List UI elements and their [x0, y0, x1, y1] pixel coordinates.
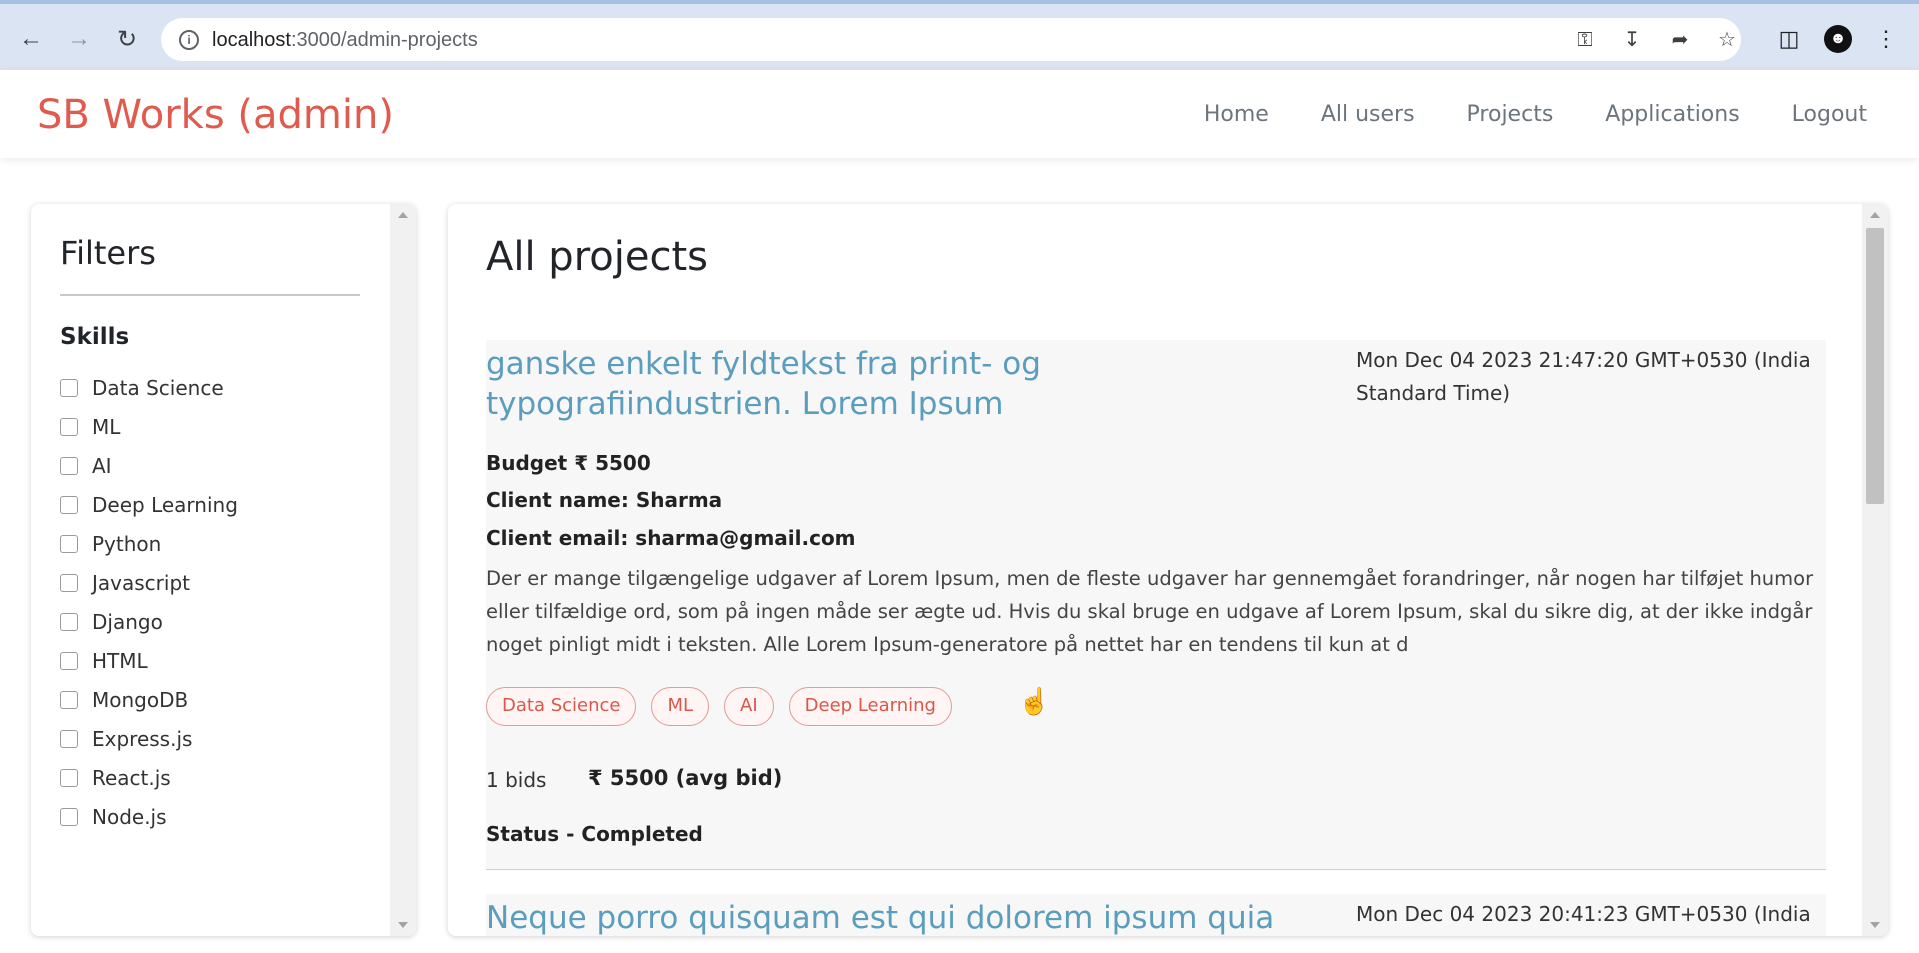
skill-filter[interactable]: AI [60, 446, 238, 485]
skill-label: HTML [92, 648, 148, 673]
nav-projects[interactable]: Projects [1467, 102, 1554, 127]
forward-icon[interactable]: → [62, 22, 96, 56]
nav-applications[interactable]: Applications [1605, 102, 1739, 127]
skill-label: Data Science [92, 375, 224, 400]
filters-panel: Filters Skills Data Science ML AI Deep L… [31, 204, 416, 936]
projects-scrollbar[interactable] [1862, 204, 1888, 936]
project-date: Mon Dec 04 2023 20:41:23 GMT+0530 (India [1356, 902, 1811, 926]
skill-filter[interactable]: Express.js [60, 719, 238, 758]
skill-checkbox[interactable] [60, 768, 78, 787]
nav-home[interactable]: Home [1204, 102, 1269, 127]
scroll-up-icon[interactable] [1870, 212, 1880, 218]
skill-checkbox[interactable] [60, 534, 78, 553]
scroll-up-icon[interactable] [398, 212, 408, 218]
skill-tag: ML [651, 687, 710, 726]
site-info-icon[interactable]: i [179, 30, 199, 50]
skills-heading: Skills [60, 324, 130, 350]
bid-count: 1 bids [486, 768, 547, 792]
skill-label: ML [92, 414, 121, 439]
reload-icon[interactable]: ↻ [110, 22, 144, 56]
skill-checkbox[interactable] [60, 495, 78, 514]
project-card[interactable]: Neque porro quisquam est qui dolorem ips… [486, 894, 1826, 936]
skill-filter[interactable]: Javascript [60, 563, 238, 602]
skill-label: MongoDB [92, 687, 189, 712]
avg-bid: ₹ 5500 (avg bid) [588, 766, 783, 790]
key-icon[interactable]: ⚿ [1573, 28, 1597, 52]
scroll-down-icon[interactable] [398, 922, 408, 928]
brand-title[interactable]: SB Works (admin) [37, 92, 394, 138]
project-status: Status - Completed [486, 822, 703, 846]
skill-label: Node.js [92, 804, 167, 829]
skill-label: Django [92, 609, 163, 634]
project-date: Mon Dec 04 2023 21:47:20 GMT+0530 (India… [1356, 348, 1811, 405]
skill-checkbox[interactable] [60, 807, 78, 826]
address-bar[interactable]: i localhost:3000/admin-projects ⚿ ↧ ➦ ☆ [161, 18, 1741, 61]
hand-cursor-icon: ☝ [1018, 686, 1051, 716]
project-title[interactable]: ganske enkelt fyldtekst fra print- og ty… [486, 344, 1346, 424]
project-budget: Budget ₹ 5500 [486, 451, 651, 475]
nav-links: Home All users Projects Applications Log… [1204, 102, 1867, 127]
client-name: Client name: Sharma [486, 488, 723, 512]
skill-filter[interactable]: Data Science [60, 368, 238, 407]
skill-filter[interactable]: MongoDB [60, 680, 238, 719]
client-email: Client email: sharma@gmail.com [486, 526, 856, 550]
skill-label: Javascript [92, 570, 190, 595]
scrollbar-thumb[interactable] [1866, 228, 1884, 504]
profile-avatar-icon[interactable]: ☻ [1824, 25, 1852, 53]
skill-checkbox[interactable] [60, 378, 78, 397]
skill-label: Python [92, 531, 162, 556]
project-tags: Data Science ML AI Deep Learning [486, 687, 952, 726]
skill-checkbox[interactable] [60, 573, 78, 592]
nav-all-users[interactable]: All users [1321, 102, 1415, 127]
nav-logout[interactable]: Logout [1792, 102, 1867, 127]
skill-checkbox[interactable] [60, 417, 78, 436]
skill-filter[interactable]: HTML [60, 641, 238, 680]
back-icon[interactable]: ← [14, 22, 48, 56]
filters-title: Filters [60, 234, 156, 272]
skill-filter[interactable]: Django [60, 602, 238, 641]
url-host: localhost [212, 29, 291, 51]
skill-checkbox[interactable] [60, 729, 78, 748]
skill-filter[interactable]: Deep Learning [60, 485, 238, 524]
skills-list: Data Science ML AI Deep Learning Python … [60, 368, 238, 836]
project-title[interactable]: Neque porro quisquam est qui dolorem ips… [486, 898, 1274, 936]
url-path: :3000/admin-projects [290, 29, 478, 51]
skill-filter[interactable]: Python [60, 524, 238, 563]
filters-scrollbar[interactable] [390, 204, 416, 936]
share-icon[interactable]: ➦ [1668, 28, 1692, 52]
browser-toolbar: ← → ↻ i localhost:3000/admin-projects ⚿ … [0, 0, 1919, 70]
app-navbar: SB Works (admin) Home All users Projects… [0, 70, 1919, 158]
filters-divider [60, 294, 360, 296]
side-panel-icon[interactable]: ◫ [1775, 25, 1803, 53]
menu-kebab-icon[interactable]: ⋮ [1872, 25, 1900, 53]
project-card[interactable]: ganske enkelt fyldtekst fra print- og ty… [486, 340, 1826, 870]
skill-checkbox[interactable] [60, 456, 78, 475]
skill-filter[interactable]: React.js [60, 758, 238, 797]
skill-tag: Data Science [486, 687, 637, 726]
skill-checkbox[interactable] [60, 651, 78, 670]
card-divider [486, 869, 1826, 870]
url-text[interactable]: localhost:3000/admin-projects [212, 29, 478, 52]
skill-tag: Deep Learning [788, 687, 952, 726]
project-description: Der er mange tilgængelige udgaver af Lor… [486, 567, 1814, 656]
projects-panel: All projects ganske enkelt fyldtekst fra… [448, 204, 1888, 936]
skill-filter[interactable]: Node.js [60, 797, 238, 836]
skill-label: React.js [92, 765, 171, 790]
skill-checkbox[interactable] [60, 690, 78, 709]
bookmark-star-icon[interactable]: ☆ [1715, 28, 1739, 52]
skill-filter[interactable]: ML [60, 407, 238, 446]
skill-label: AI [92, 453, 112, 478]
skill-checkbox[interactable] [60, 612, 78, 631]
skill-label: Express.js [92, 726, 193, 751]
page-title: All projects [486, 234, 708, 280]
install-icon[interactable]: ↧ [1620, 28, 1644, 52]
scroll-down-icon[interactable] [1870, 922, 1880, 928]
skill-tag: AI [724, 687, 774, 726]
skill-label: Deep Learning [92, 492, 238, 517]
